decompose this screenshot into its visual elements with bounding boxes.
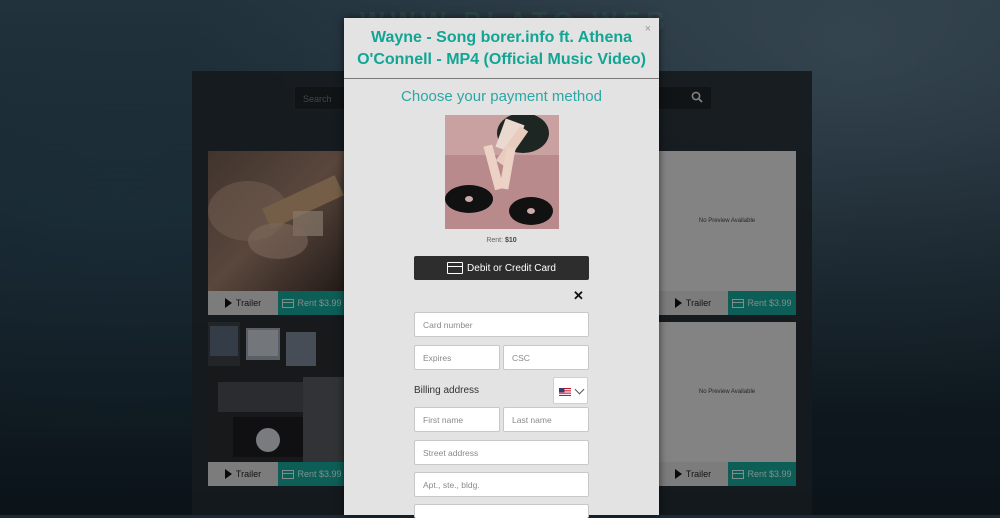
payment-method-heading: Choose your payment method — [401, 88, 602, 105]
apt-field[interactable] — [414, 472, 589, 497]
next-field[interactable] — [414, 504, 589, 518]
last-name-field[interactable] — [503, 407, 589, 432]
billing-address-label: Billing address — [414, 385, 480, 396]
close-icon[interactable]: × — [645, 23, 651, 35]
pay-button-label: Debit or Credit Card — [467, 262, 556, 274]
expires-field[interactable] — [414, 345, 500, 370]
album-cover — [445, 115, 559, 229]
close-form-icon[interactable]: ✕ — [573, 288, 584, 304]
rent-prefix: Rent: — [486, 237, 505, 244]
card-number-field[interactable] — [414, 312, 589, 337]
first-name-field[interactable] — [414, 407, 500, 432]
payment-modal: Wayne - Song borer.info ft. Athena O'Con… — [344, 18, 659, 518]
rent-price-line: Rent: $10 — [344, 237, 659, 244]
rent-price: $10 — [505, 237, 517, 244]
csc-field[interactable] — [503, 345, 589, 370]
modal-header: Wayne - Song borer.info ft. Athena O'Con… — [344, 18, 659, 79]
country-select[interactable] — [553, 377, 588, 404]
chevron-down-icon — [574, 384, 585, 395]
us-flag-icon — [559, 388, 571, 396]
modal-title: Wayne - Song borer.info ft. Athena O'Con… — [357, 29, 646, 68]
debit-credit-card-button[interactable]: Debit or Credit Card — [414, 256, 589, 280]
street-address-field[interactable] — [414, 440, 589, 465]
credit-card-icon — [447, 262, 464, 274]
